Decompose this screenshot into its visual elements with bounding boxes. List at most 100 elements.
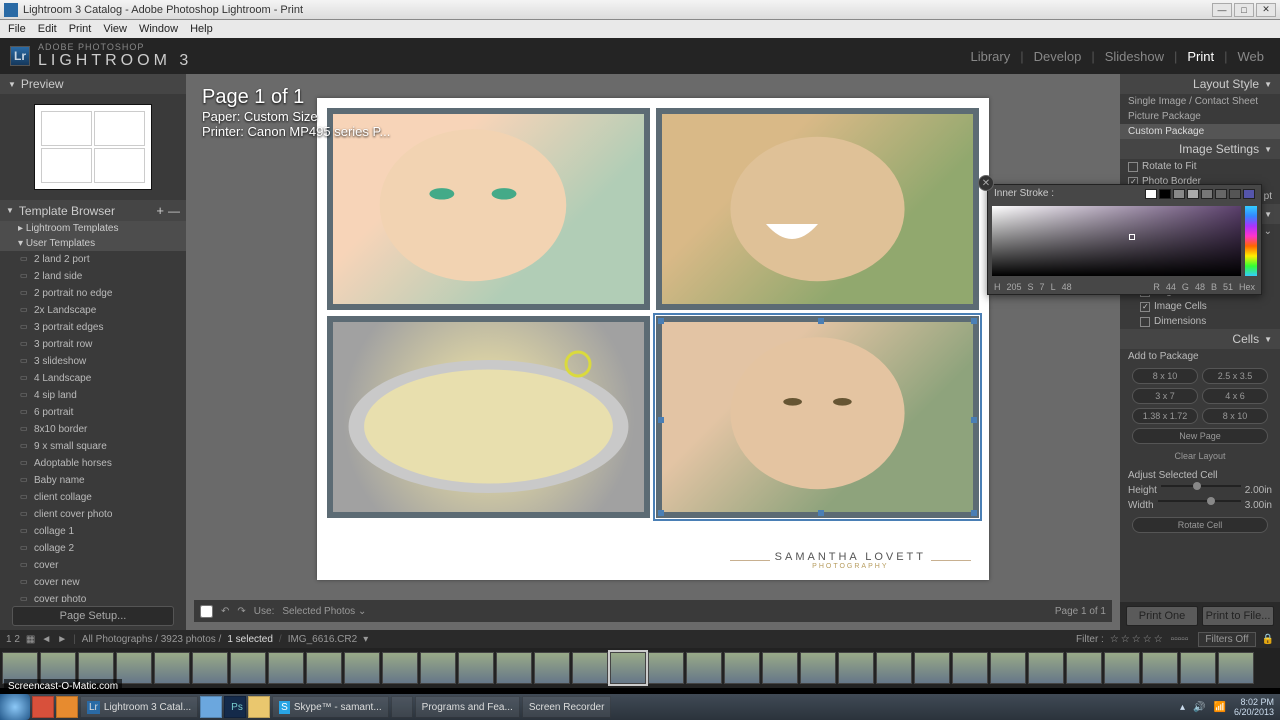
module-develop[interactable]: Develop xyxy=(1028,49,1088,64)
start-button[interactable] xyxy=(0,694,30,720)
template-item[interactable]: 3 portrait row xyxy=(0,336,186,353)
cells-header[interactable]: Cells▼ xyxy=(1120,329,1280,349)
thumbnail[interactable] xyxy=(344,652,380,684)
source-path[interactable]: All Photographs / 3923 photos / xyxy=(82,634,222,645)
thumbnail[interactable] xyxy=(648,652,684,684)
thumbnail[interactable] xyxy=(420,652,456,684)
taskbar-chrome[interactable] xyxy=(32,696,54,718)
user-templates-folder[interactable]: ▾ User Templates xyxy=(0,236,186,251)
grid-view-icon[interactable]: ▦ xyxy=(26,634,35,645)
thumbnail[interactable] xyxy=(192,652,228,684)
preview-panel-header[interactable]: ▼Preview xyxy=(0,74,186,94)
template-item[interactable]: client collage xyxy=(0,489,186,506)
taskbar-skype[interactable]: SSkype™ - samant... xyxy=(272,696,388,718)
package-size-button[interactable]: 2.5 x 3.5 xyxy=(1202,368,1268,384)
template-item[interactable]: collage 2 xyxy=(0,540,186,557)
height-slider[interactable] xyxy=(1161,485,1241,487)
layout-style-custom-package[interactable]: Custom Package xyxy=(1120,124,1280,139)
tray-icon[interactable]: 🔊 xyxy=(1193,702,1205,713)
thumbnail[interactable] xyxy=(952,652,988,684)
thumbnail[interactable] xyxy=(876,652,912,684)
menu-edit[interactable]: Edit xyxy=(34,23,61,35)
lightroom-templates-folder[interactable]: ▸ Lightroom Templates xyxy=(0,221,186,236)
menu-file[interactable]: File xyxy=(4,23,30,35)
thumbnail[interactable] xyxy=(762,652,798,684)
close-button[interactable]: ✕ xyxy=(1256,3,1276,17)
thumbnail[interactable] xyxy=(268,652,304,684)
template-item[interactable]: 8x10 border xyxy=(0,421,186,438)
thumbnail[interactable] xyxy=(1142,652,1178,684)
thumbnail[interactable] xyxy=(1066,652,1102,684)
redo-icon[interactable]: ↷ xyxy=(237,606,245,617)
layout-style-single[interactable]: Single Image / Contact Sheet xyxy=(1120,94,1280,109)
template-item[interactable]: client cover photo xyxy=(0,506,186,523)
menu-help[interactable]: Help xyxy=(186,23,217,35)
layout-style-header[interactable]: Layout Style▼ xyxy=(1120,74,1280,94)
template-item[interactable]: 6 portrait xyxy=(0,404,186,421)
system-tray[interactable]: ▴ 🔊 📶 8:02 PM 6/20/2013 xyxy=(1180,697,1280,717)
template-item[interactable]: 4 Landscape xyxy=(0,370,186,387)
maximize-button[interactable]: □ xyxy=(1234,3,1254,17)
module-slideshow[interactable]: Slideshow xyxy=(1099,49,1170,64)
thumbnail-selected[interactable] xyxy=(610,652,646,684)
template-item[interactable]: 2 land side xyxy=(0,268,186,285)
image-settings-header[interactable]: Image Settings▼ xyxy=(1120,139,1280,159)
print-page[interactable]: SAMANTHA LOVETT PHOTOGRAPHY xyxy=(317,98,989,580)
package-size-button[interactable]: 8 x 10 xyxy=(1202,408,1268,424)
template-item[interactable]: 4 sip land xyxy=(0,387,186,404)
taskbar-photoshop[interactable]: Ps xyxy=(224,696,246,718)
thumbnail[interactable] xyxy=(686,652,722,684)
taskbar-screen-recorder[interactable]: Screen Recorder xyxy=(522,696,612,718)
filter-lock-icon[interactable]: 🔒 xyxy=(1262,634,1274,645)
thumbnail[interactable] xyxy=(458,652,494,684)
menu-window[interactable]: Window xyxy=(135,23,182,35)
use-dropdown[interactable]: Selected Photos ⌄ xyxy=(282,606,366,617)
template-item[interactable]: cover photo xyxy=(0,591,186,602)
template-item[interactable]: 9 x small square xyxy=(0,438,186,455)
package-size-button[interactable]: 4 x 6 xyxy=(1202,388,1268,404)
taskbar-wordpad[interactable] xyxy=(200,696,222,718)
minimize-button[interactable]: — xyxy=(1212,3,1232,17)
undo-icon[interactable]: ↶ xyxy=(221,606,229,617)
thumbnail[interactable] xyxy=(382,652,418,684)
thumbnail[interactable] xyxy=(534,652,570,684)
print-to-file-button[interactable]: Print to File... xyxy=(1202,606,1274,626)
width-slider[interactable] xyxy=(1158,500,1241,502)
thumbnail[interactable] xyxy=(1104,652,1140,684)
rotate-cell-button[interactable]: Rotate Cell xyxy=(1132,517,1268,533)
page-setup-button[interactable]: Page Setup... xyxy=(12,606,174,626)
thumbnail[interactable] xyxy=(1180,652,1216,684)
thumbnail[interactable] xyxy=(154,652,190,684)
template-item[interactable]: 2 land 2 port xyxy=(0,251,186,268)
menu-view[interactable]: View xyxy=(99,23,131,35)
photo-cell-selected[interactable] xyxy=(656,316,979,518)
template-item[interactable]: cover xyxy=(0,557,186,574)
clear-layout-button[interactable]: Clear Layout xyxy=(1132,448,1268,464)
thumbnail[interactable] xyxy=(914,652,950,684)
thumbnail[interactable] xyxy=(724,652,760,684)
taskbar-programs[interactable]: Programs and Fea... xyxy=(415,696,520,718)
template-item[interactable]: 2x Landscape xyxy=(0,302,186,319)
layout-style-picture-package[interactable]: Picture Package xyxy=(1120,109,1280,124)
thumbnail[interactable] xyxy=(1218,652,1254,684)
photo-cell[interactable] xyxy=(656,108,979,310)
module-library[interactable]: Library xyxy=(964,49,1016,64)
thumbnail[interactable] xyxy=(1028,652,1064,684)
taskbar-explorer[interactable] xyxy=(248,696,270,718)
toolbar-checkbox[interactable] xyxy=(200,605,213,618)
filmstrip[interactable] xyxy=(0,648,1280,688)
thumbnail[interactable] xyxy=(990,652,1026,684)
template-item[interactable]: 3 slideshow xyxy=(0,353,186,370)
color-picker-popup[interactable]: ✕ Inner Stroke : H205 S7 L48 R44 G48 B51… xyxy=(987,184,1262,295)
taskbar-clock[interactable]: 8:02 PM 6/20/2013 xyxy=(1234,697,1274,717)
thumbnail[interactable] xyxy=(800,652,836,684)
print-one-button[interactable]: Print One xyxy=(1126,606,1198,626)
thumbnail[interactable] xyxy=(838,652,874,684)
template-item[interactable]: cover new xyxy=(0,574,186,591)
thumbnail[interactable] xyxy=(496,652,532,684)
add-template-icon[interactable]: + xyxy=(156,203,164,218)
metadata-icon[interactable]: ▾ xyxy=(363,634,368,645)
color-label-filter[interactable]: ▫▫▫▫▫ xyxy=(1171,634,1189,645)
template-item[interactable]: Adoptable horses xyxy=(0,455,186,472)
thumbnail[interactable] xyxy=(572,652,608,684)
